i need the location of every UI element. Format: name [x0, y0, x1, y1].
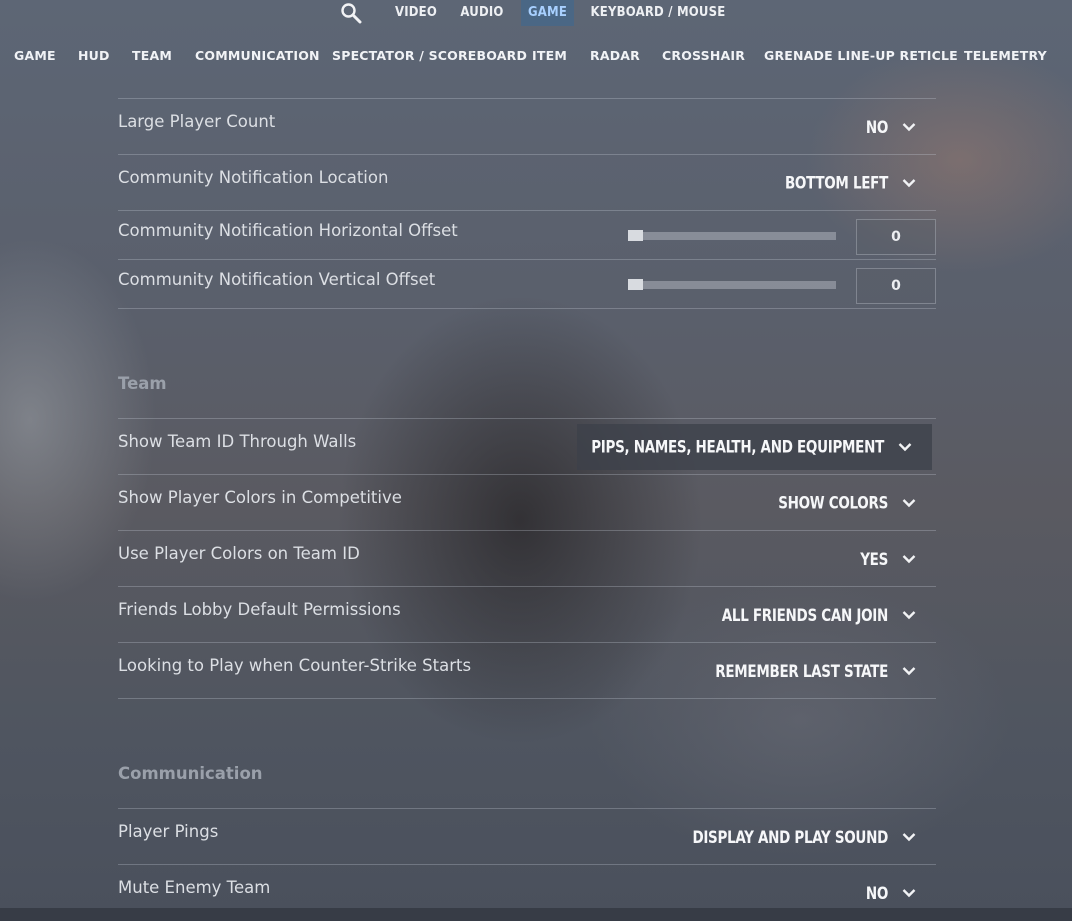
setting-label: Community Notification Location: [118, 168, 389, 187]
setting-row-looking-to-play: Looking to Play when Counter-Strike Star…: [118, 642, 936, 699]
top-nav: VIDEO AUDIO GAME KEYBOARD / MOUSE: [0, 0, 1072, 26]
dropdown-large-player-count[interactable]: NO: [866, 107, 936, 147]
chevron-down-icon: [902, 555, 916, 564]
setting-label: Mute Enemy Team: [118, 878, 271, 897]
chevron-down-icon: [902, 499, 916, 508]
chevron-down-icon: [902, 889, 916, 898]
subtab-spectator-scoreboard[interactable]: SPECTATOR / SCOREBOARD: [332, 46, 527, 66]
dropdown-looking-to-play[interactable]: REMEMBER LAST STATE: [715, 651, 936, 691]
tab-video[interactable]: VIDEO: [388, 0, 444, 26]
dropdown-value: NO: [865, 882, 888, 904]
dropdown-mute-enemy-team[interactable]: NO: [866, 873, 936, 913]
dropdown-show-team-id[interactable]: PIPS, NAMES, HEALTH, AND EQUIPMENT: [577, 424, 932, 470]
dropdown-value: PIPS, NAMES, HEALTH, AND EQUIPMENT: [591, 436, 884, 458]
subtab-grenade-lineup-reticle[interactable]: GRENADE LINE-UP RETICLE: [764, 46, 958, 66]
subtab-communication[interactable]: COMMUNICATION: [195, 46, 320, 66]
setting-label: Friends Lobby Default Permissions: [118, 600, 401, 619]
vertical-offset-slider[interactable]: [628, 279, 836, 290]
setting-row-mute-enemy-team: Mute Enemy Team NO: [118, 864, 936, 909]
dropdown-value: NO: [865, 116, 888, 138]
tab-game[interactable]: GAME: [521, 0, 574, 26]
dropdown-player-colors-competitive[interactable]: SHOW COLORS: [778, 483, 936, 523]
setting-row-vertical-offset: Community Notification Vertical Offset 0: [118, 259, 936, 309]
footer-bar: [0, 908, 1072, 921]
subtab-team[interactable]: TEAM: [132, 46, 172, 66]
subtab-telemetry[interactable]: TELEMETRY: [964, 46, 1047, 66]
chevron-down-icon: [902, 179, 916, 188]
setting-label: Community Notification Horizontal Offset: [118, 221, 458, 240]
setting-row-friends-lobby-permissions: Friends Lobby Default Permissions ALL FR…: [118, 586, 936, 643]
section-title-team: Team: [118, 374, 167, 393]
setting-label: Player Pings: [118, 822, 219, 841]
horizontal-offset-input[interactable]: 0: [856, 219, 936, 255]
setting-label: Show Team ID Through Walls: [118, 432, 357, 451]
chevron-down-icon: [898, 443, 912, 452]
setting-row-community-notification-location: Community Notification Location BOTTOM L…: [118, 154, 936, 211]
setting-label: Large Player Count: [118, 112, 276, 131]
dropdown-friends-lobby-permissions[interactable]: ALL FRIENDS CAN JOIN: [722, 595, 936, 635]
divider: [118, 698, 936, 699]
chevron-down-icon: [902, 611, 916, 620]
setting-row-large-player-count: Large Player Count NO: [118, 98, 936, 155]
tab-audio[interactable]: AUDIO: [455, 0, 509, 26]
slider-handle[interactable]: [628, 279, 643, 290]
divider: [118, 308, 936, 309]
chevron-down-icon: [902, 833, 916, 842]
dropdown-community-notification-location[interactable]: BOTTOM LEFT: [785, 163, 936, 203]
search-icon[interactable]: [340, 2, 362, 24]
setting-row-player-pings: Player Pings DISPLAY AND PLAY SOUND: [118, 808, 936, 865]
subtab-item[interactable]: ITEM: [532, 46, 567, 66]
sub-nav: GAME HUD TEAM COMMUNICATION SPECTATOR / …: [0, 36, 1072, 76]
dropdown-value: YES: [860, 548, 888, 570]
setting-label: Community Notification Vertical Offset: [118, 270, 436, 289]
setting-row-player-colors-team-id: Use Player Colors on Team ID YES: [118, 530, 936, 587]
dropdown-player-pings[interactable]: DISPLAY AND PLAY SOUND: [692, 817, 936, 857]
subtab-game[interactable]: GAME: [14, 46, 56, 66]
setting-row-player-colors-competitive: Show Player Colors in Competitive SHOW C…: [118, 474, 936, 531]
tab-keyboard-mouse[interactable]: KEYBOARD / MOUSE: [588, 0, 728, 26]
section-title-communication: Communication: [118, 764, 263, 783]
dropdown-value: REMEMBER LAST STATE: [715, 660, 888, 682]
subtab-radar[interactable]: RADAR: [590, 46, 640, 66]
slider-handle[interactable]: [628, 230, 643, 241]
chevron-down-icon: [902, 123, 916, 132]
setting-label: Use Player Colors on Team ID: [118, 544, 360, 563]
setting-row-show-team-id: Show Team ID Through Walls PIPS, NAMES, …: [118, 418, 936, 475]
dropdown-value: ALL FRIENDS CAN JOIN: [721, 604, 889, 626]
setting-row-horizontal-offset: Community Notification Horizontal Offset…: [118, 210, 936, 260]
dropdown-value: DISPLAY AND PLAY SOUND: [692, 826, 888, 848]
horizontal-offset-slider[interactable]: [628, 230, 836, 241]
setting-label: Show Player Colors in Competitive: [118, 488, 402, 507]
subtab-hud[interactable]: HUD: [78, 46, 110, 66]
dropdown-value: BOTTOM LEFT: [784, 172, 888, 194]
dropdown-player-colors-team-id[interactable]: YES: [860, 539, 936, 579]
vertical-offset-input[interactable]: 0: [856, 268, 936, 304]
dropdown-value: SHOW COLORS: [778, 492, 888, 514]
subtab-crosshair[interactable]: CROSSHAIR: [662, 46, 745, 66]
chevron-down-icon: [902, 667, 916, 676]
setting-label: Looking to Play when Counter-Strike Star…: [118, 656, 472, 675]
